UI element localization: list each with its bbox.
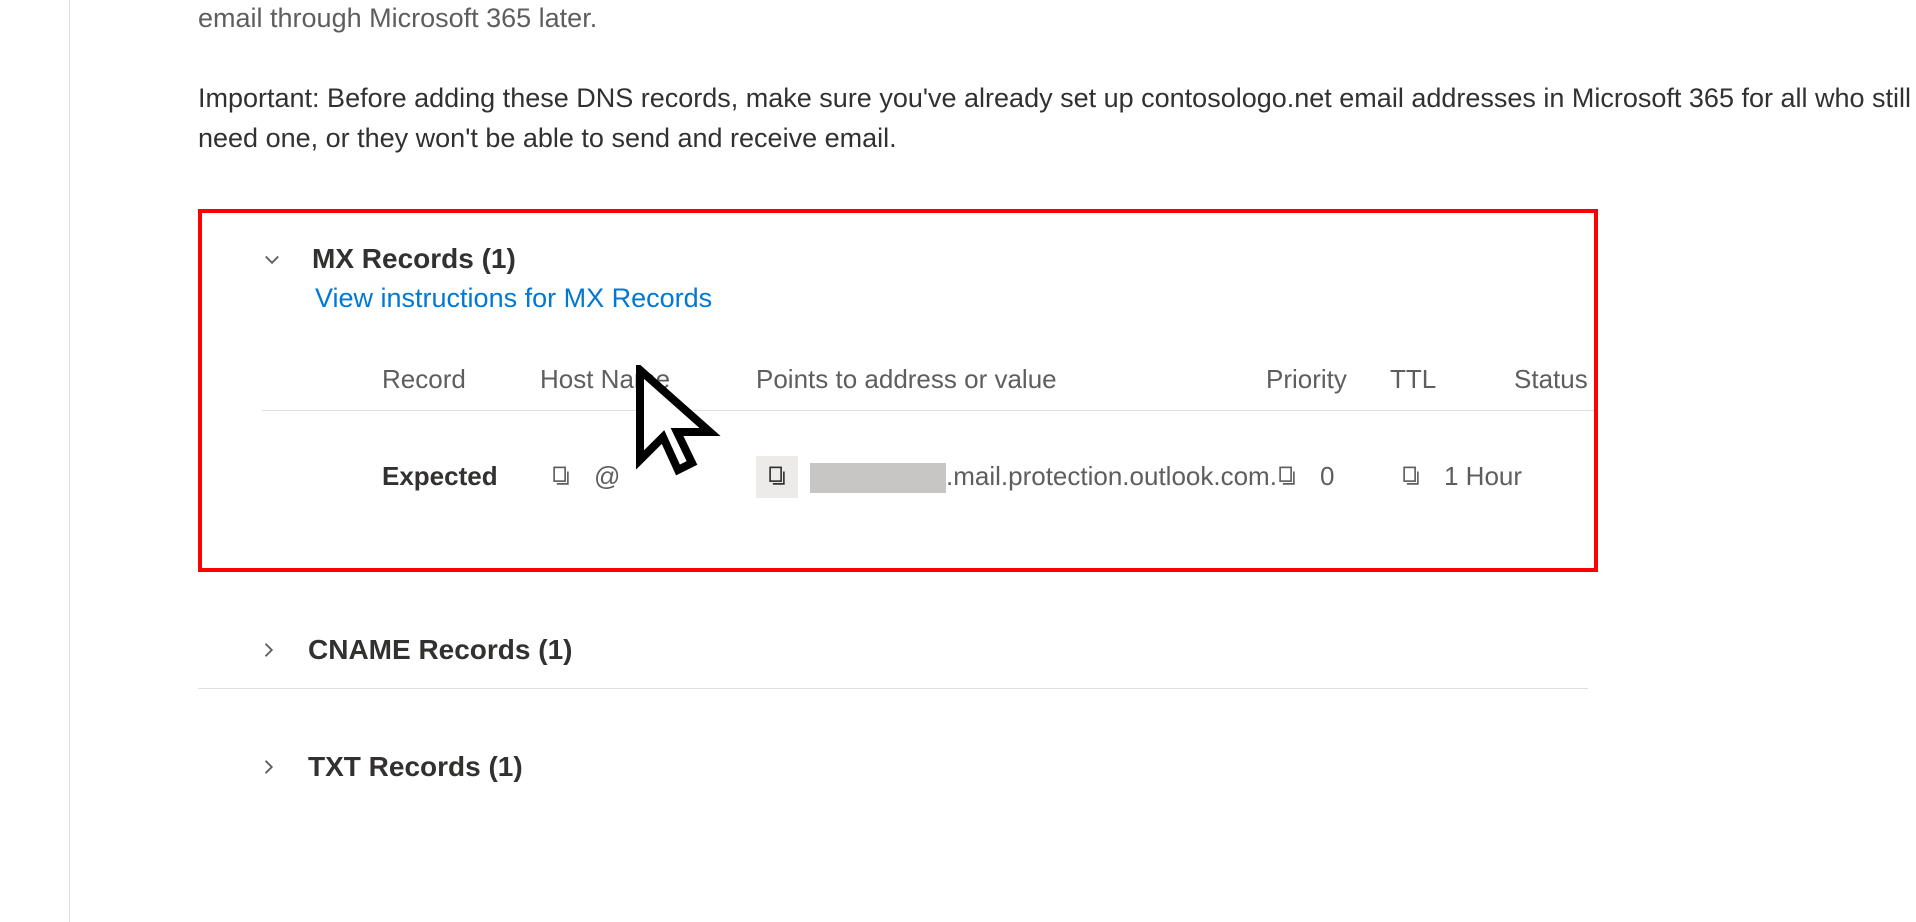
txt-records-section[interactable]: TXT Records (1) [198, 729, 1588, 805]
copy-points-button[interactable] [756, 456, 798, 498]
points-value: .mail.protection.outlook.com. [810, 461, 1277, 493]
points-suffix: .mail.protection.outlook.com. [946, 461, 1277, 491]
col-status: Status [1514, 364, 1588, 395]
col-record: Record [382, 364, 540, 395]
hostname-value: @ [594, 461, 620, 492]
cname-records-section[interactable]: CNAME Records (1) [198, 612, 1588, 689]
cname-records-title: CNAME Records (1) [308, 634, 572, 666]
priority-value: 0 [1320, 461, 1334, 492]
intro-text-partial: email through Microsoft 365 later. [198, 0, 1916, 38]
row-points-cell: .mail.protection.outlook.com. [756, 456, 1266, 498]
copy-icon [1400, 466, 1422, 488]
copy-icon [766, 466, 788, 488]
left-sidebar [0, 0, 70, 922]
copy-icon [1276, 466, 1298, 488]
row-record-label: Expected [382, 461, 540, 492]
chevron-down-icon[interactable] [262, 249, 282, 269]
col-ttl: TTL [1390, 364, 1514, 395]
mx-records-title: MX Records (1) [312, 243, 516, 275]
main-content: email through Microsoft 365 later. Impor… [70, 0, 1916, 922]
mx-table-header: Record Host Name Points to address or va… [262, 344, 1594, 411]
chevron-right-icon[interactable] [258, 757, 278, 777]
txt-records-title: TXT Records (1) [308, 751, 523, 783]
mx-records-section-highlighted: MX Records (1) View instructions for MX … [198, 209, 1598, 572]
ttl-value: 1 Hour [1444, 461, 1522, 492]
mx-table-row: Expected @ [262, 411, 1594, 518]
copy-ttl-button[interactable] [1390, 456, 1432, 498]
mx-records-header[interactable]: MX Records (1) [202, 243, 1594, 275]
redacted-prefix [810, 463, 946, 493]
col-hostname: Host Name [540, 364, 756, 395]
row-priority-cell: 0 [1266, 456, 1390, 498]
row-hostname-cell: @ [540, 456, 756, 498]
important-note: Important: Before adding these DNS recor… [198, 78, 1916, 159]
copy-icon [550, 466, 572, 488]
col-priority: Priority [1266, 364, 1390, 395]
mx-instructions-link[interactable]: View instructions for MX Records [202, 283, 712, 314]
row-ttl-cell: 1 Hour [1390, 456, 1560, 498]
col-points: Points to address or value [756, 364, 1266, 395]
chevron-right-icon[interactable] [258, 640, 278, 660]
copy-hostname-button[interactable] [540, 456, 582, 498]
